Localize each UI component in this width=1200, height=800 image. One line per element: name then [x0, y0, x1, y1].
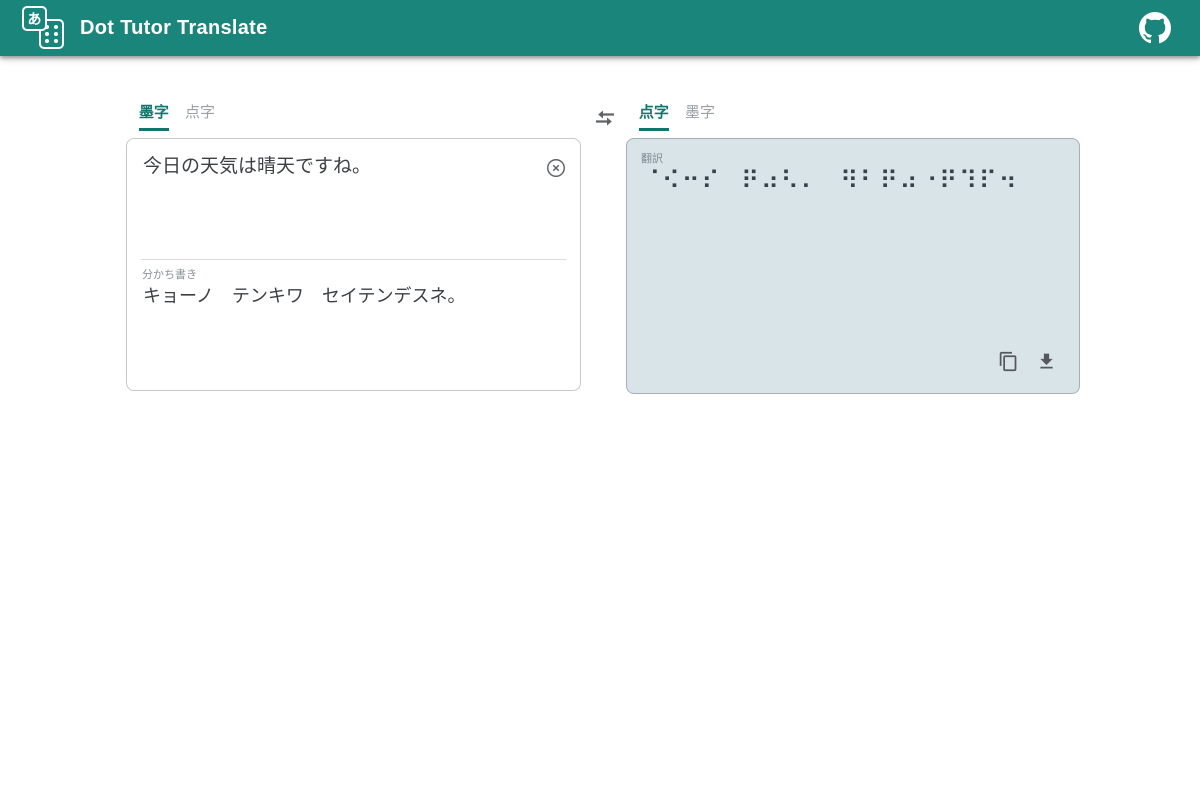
source-panel: 墨字 点字 今日の天気は晴天ですね。 分かち書き キョーノ テンキワ セイテンデ…: [126, 103, 581, 391]
output-label: 翻訳: [641, 150, 663, 166]
app-title: Dot Tutor Translate: [80, 17, 268, 40]
output-card: 翻訳 ⠈⠪⠒⠎⠀⠟⠴⠣⠄⠀⠻⠃⠟⠴⠐⠟⠹⠏⠲: [626, 138, 1080, 394]
app-header: あ Dot Tutor Translate: [0, 0, 1200, 56]
target-tabs: 点字 墨字: [626, 103, 1080, 138]
swap-direction-button[interactable]: [591, 104, 619, 132]
reading-label: 分かち書き: [142, 266, 197, 282]
source-tab-tenji[interactable]: 点字: [185, 103, 215, 131]
source-card: 今日の天気は晴天ですね。 分かち書き キョーノ テンキワ セイテンデスネ。: [126, 138, 581, 391]
swap-horizontal-icon: [593, 106, 617, 130]
github-link[interactable]: [1138, 11, 1172, 45]
divider: [141, 259, 566, 260]
clear-circle-icon: [545, 157, 567, 179]
target-tab-sumiji[interactable]: 墨字: [685, 103, 715, 131]
download-button[interactable]: [1035, 351, 1057, 373]
clear-input-button[interactable]: [544, 157, 568, 181]
github-icon: [1139, 12, 1171, 44]
target-tab-tenji[interactable]: 点字: [639, 103, 669, 131]
page: あ Dot Tutor Translate 墨字 点字 今日の天気は晴天ですね。…: [0, 0, 1200, 800]
download-icon: [1036, 351, 1057, 372]
source-tabs: 墨字 点字: [126, 103, 581, 138]
braille-output-text: ⠈⠪⠒⠎⠀⠟⠴⠣⠄⠀⠻⠃⠟⠴⠐⠟⠹⠏⠲: [642, 165, 1065, 198]
copy-icon: [998, 351, 1019, 372]
source-text-input[interactable]: 今日の天気は晴天ですね。: [143, 153, 533, 249]
kana-square-icon: あ: [22, 6, 47, 31]
source-tab-sumiji[interactable]: 墨字: [139, 103, 169, 131]
target-panel: 点字 墨字 翻訳 ⠈⠪⠒⠎⠀⠟⠴⠣⠄⠀⠻⠃⠟⠴⠐⠟⠹⠏⠲: [626, 103, 1080, 394]
copy-button[interactable]: [997, 351, 1019, 373]
app-logo-icon: あ: [22, 6, 70, 52]
output-actions: [997, 351, 1057, 373]
reading-text: キョーノ テンキワ セイテンデスネ。: [143, 283, 564, 310]
